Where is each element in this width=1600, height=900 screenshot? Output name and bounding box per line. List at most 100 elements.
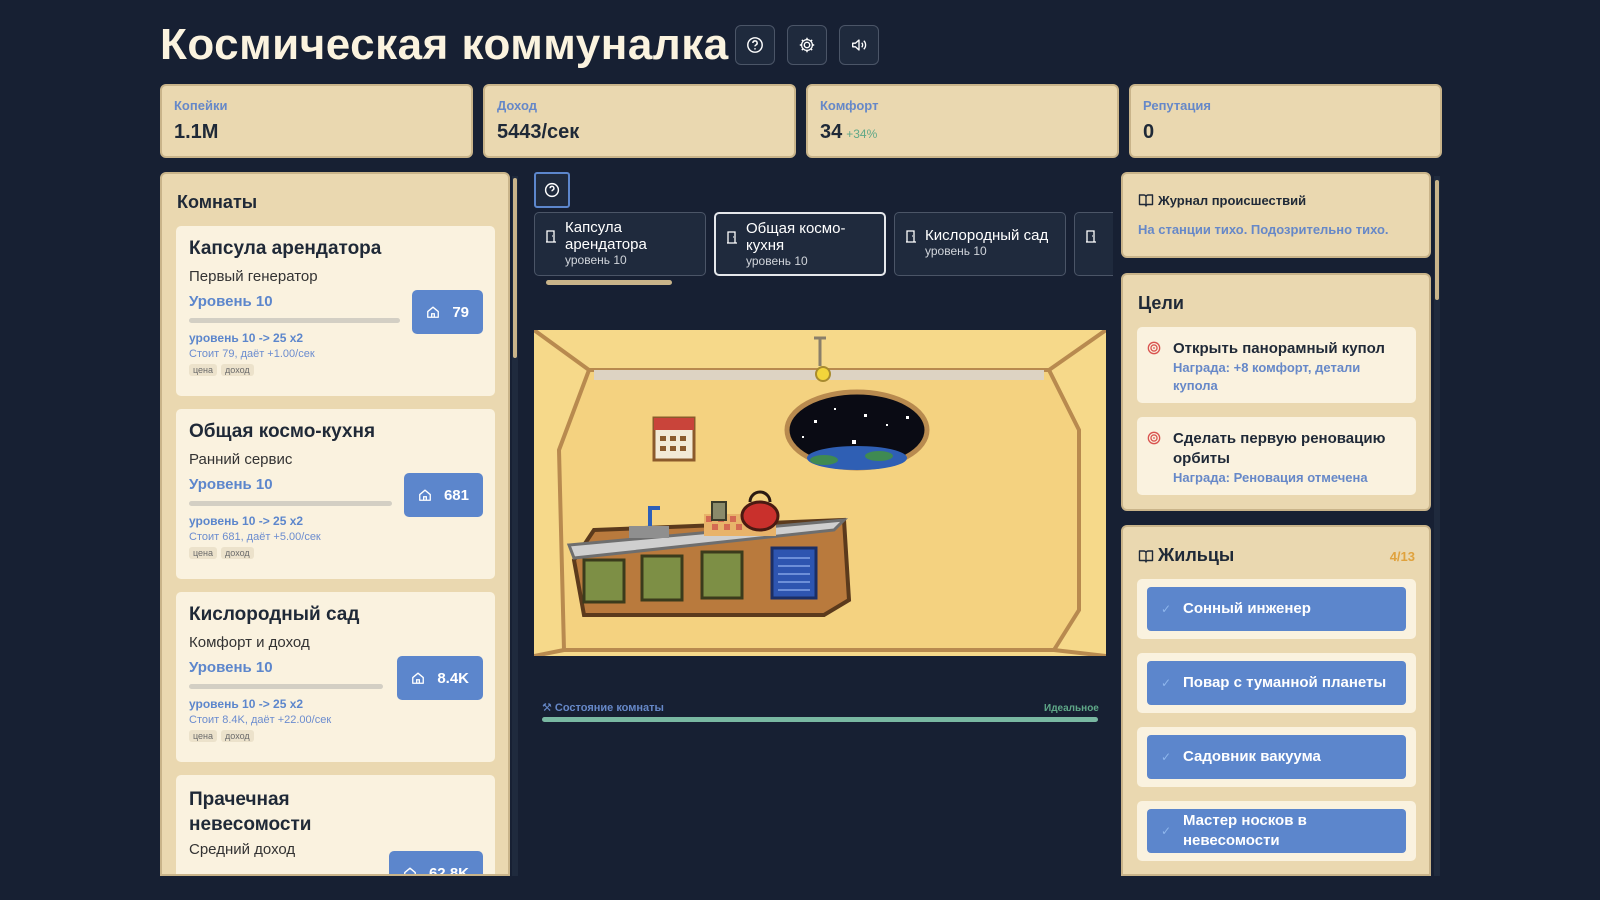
room-card-kitchen: Общая космо-кухня Ранний сервис Уровень …: [176, 409, 495, 579]
tab-name: Общая космо-кухня: [746, 220, 846, 254]
stat-income: Доход 5443/сек: [483, 84, 796, 158]
residents-title: Жильцы: [1138, 545, 1429, 566]
goal-item: Сделать первую реновацию орбиты Награда:…: [1137, 417, 1416, 495]
incident-log-card: Журнал происшествий На станции тихо. Под…: [1121, 172, 1431, 258]
tag: цена: [189, 364, 218, 376]
residents-count: 4/13: [1389, 549, 1415, 564]
stat-label: Доход: [497, 98, 537, 113]
resident-slot: ✓ Мастер носков в невесомости: [1137, 801, 1416, 861]
room-scene-kitchen[interactable]: [534, 330, 1106, 656]
buy-room-button[interactable]: 62.8K: [388, 851, 483, 876]
room-cost: Стоит 79, даёт +1.00/сек: [189, 348, 315, 360]
buy-price: 79: [452, 303, 469, 321]
resident-button[interactable]: ✓ Сонный инженер: [1147, 587, 1406, 631]
tag: доход: [221, 547, 254, 559]
log-text: На станции тихо. Подозрительно тихо.: [1138, 222, 1389, 237]
stat-kopeyki: Копейки 1.1M: [160, 84, 473, 158]
wrench-icon: ⚒: [542, 702, 552, 714]
goals-title: Цели: [1138, 293, 1184, 313]
help-button[interactable]: [735, 25, 775, 65]
log-title: Журнал происшествий: [1138, 192, 1429, 208]
speaker-icon: [852, 39, 867, 51]
room-help-button[interactable]: [534, 172, 570, 208]
buy-room-button[interactable]: 681: [403, 473, 483, 517]
stat-value: 34 +34%: [820, 121, 878, 143]
room-subtitle: Первый генератор: [189, 268, 318, 285]
tab-name: Капсула арендатора: [565, 219, 647, 253]
check-icon: ✓: [1161, 824, 1172, 838]
rooms-scrollbar-thumb[interactable]: [513, 178, 517, 358]
rooms-panel: Комнаты Капсула арендатора Первый генера…: [160, 172, 510, 876]
goal-reward: Награда: +8 комфорт, детали купола: [1173, 360, 1361, 393]
room-name: Прачечная невесомости: [189, 789, 312, 835]
tab-garden[interactable]: Кислородный сад уровень 10: [894, 212, 1066, 276]
tag: доход: [221, 730, 254, 742]
goals-card: Цели Открыть панорамный купол Награда: +…: [1121, 273, 1431, 511]
door-icon: [906, 230, 916, 243]
question-circle-icon: [747, 37, 763, 53]
buy-room-button[interactable]: 79: [412, 290, 483, 334]
tag: цена: [189, 730, 218, 742]
room-name: Общая космо-кухня: [189, 421, 376, 442]
tabs-scrollbar-thumb[interactable]: [546, 280, 672, 285]
stat-value: 5443/сек: [497, 121, 580, 143]
question-circle-icon: [544, 182, 560, 198]
sound-button[interactable]: [839, 25, 879, 65]
tab-capsule[interactable]: Капсула арендатора уровень 10: [534, 212, 706, 276]
room-progress-bar: [189, 501, 392, 506]
settings-button[interactable]: [787, 25, 827, 65]
rooms-title: Комнаты: [177, 192, 258, 212]
stat-label: Комфорт: [820, 98, 879, 113]
stat-label: Копейки: [174, 98, 228, 113]
room-cost: Стоит 8.4K, даёт +22.00/сек: [189, 714, 332, 726]
gear-icon: [799, 37, 815, 53]
resident-slot: ✓ Садовник вакуума: [1137, 727, 1416, 787]
kitchen-illustration: [534, 330, 1106, 656]
book-icon: [1138, 194, 1154, 207]
goal-name: Открыть панорамный купол: [1173, 340, 1385, 357]
resident-slot: ✓ Сонный инженер: [1137, 579, 1416, 639]
check-icon: ✓: [1161, 750, 1172, 764]
room-progress-bar: [189, 684, 383, 689]
tab-kitchen[interactable]: Общая космо-кухня уровень 10: [714, 212, 886, 276]
resident-button[interactable]: ✓ Повар с туманной планеты: [1147, 661, 1406, 705]
resident-slot: ✓ Повар с туманной планеты: [1137, 653, 1416, 713]
resident-button[interactable]: ✓ Садовник вакуума: [1147, 735, 1406, 779]
residents-card: Жильцы 4/13 ✓ Сонный инженер ✓ Повар с тум…: [1121, 525, 1431, 876]
door-icon: [546, 230, 556, 243]
check-icon: ✓: [1161, 676, 1172, 690]
resident-button[interactable]: ✓ Мастер носков в невесомости: [1147, 809, 1406, 853]
home-icon: [412, 672, 425, 684]
right-scrollbar-thumb[interactable]: [1435, 180, 1439, 300]
condition-label: ⚒ Состояние комнаты: [542, 702, 664, 714]
target-icon: [1147, 431, 1161, 445]
stat-reputation: Репутация 0: [1129, 84, 1442, 158]
goal-name: Сделать первую реновацию орбиты: [1173, 430, 1386, 467]
door-icon: [727, 231, 737, 244]
buy-room-button[interactable]: 8.4K: [397, 656, 483, 700]
target-icon: [1147, 341, 1161, 355]
page-title: Космическая коммуналка: [160, 20, 729, 69]
tab-level: уровень 10: [746, 254, 808, 268]
goal-item: Открыть панорамный купол Награда: +8 ком…: [1137, 327, 1416, 403]
stat-label: Репутация: [1143, 98, 1211, 113]
room-card-capsule: Капсула арендатора Первый генератор Уров…: [176, 226, 495, 396]
room-cost: Стоит 681, даёт +5.00/сек: [189, 531, 321, 543]
stat-comfort: Комфорт 34 +34%: [806, 84, 1119, 158]
condition-bar: [542, 717, 1098, 722]
goal-reward: Награда: Реновация отмечена: [1173, 470, 1368, 485]
room-subtitle: Ранний сервис: [189, 451, 293, 468]
room-name: Кислородный сад: [189, 604, 360, 625]
book-icon: [1138, 549, 1154, 563]
stat-value: 0: [1143, 121, 1155, 143]
room-name: Капсула арендатора: [189, 238, 382, 259]
tag: цена: [189, 547, 218, 559]
tab-more[interactable]: [1074, 212, 1113, 276]
stat-bonus: +34%: [846, 127, 878, 141]
home-icon: [419, 489, 431, 501]
buy-price: 62.8K: [428, 864, 469, 876]
door-icon: [1086, 230, 1096, 243]
tab-level: уровень 10: [565, 253, 627, 267]
buy-price: 8.4K: [437, 669, 469, 687]
buy-price: 681: [443, 486, 469, 504]
